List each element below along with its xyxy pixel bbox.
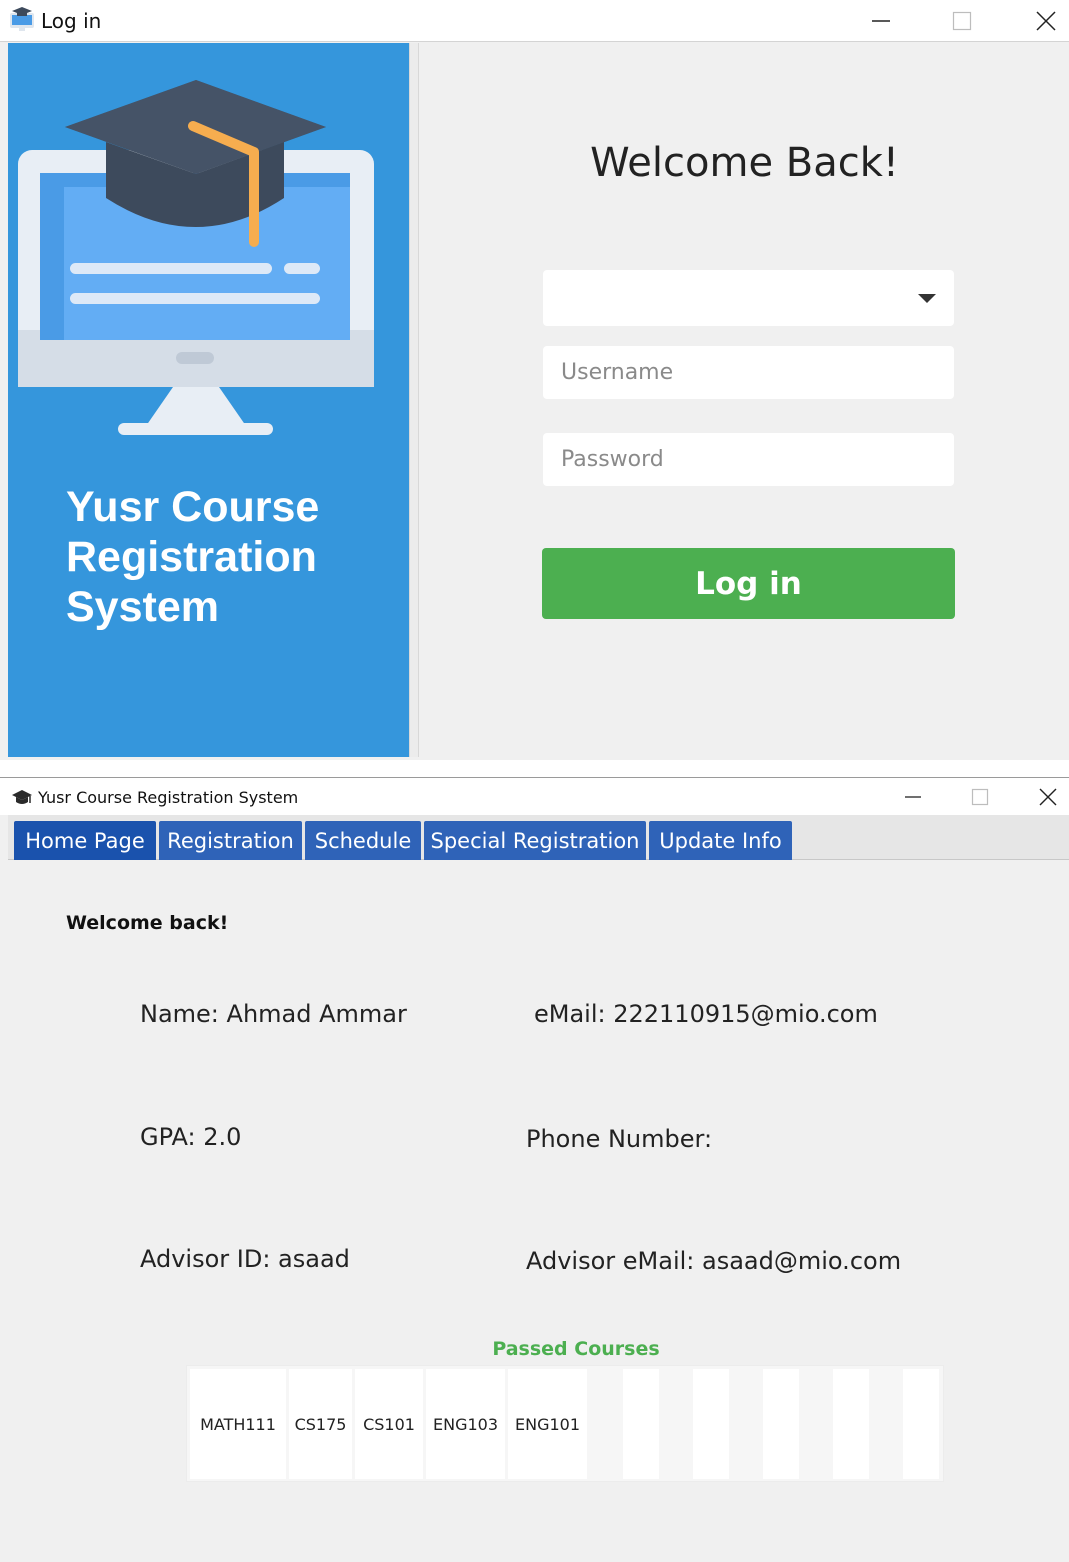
- course-cell: [763, 1369, 799, 1479]
- role-select[interactable]: [543, 270, 954, 326]
- greeting-text: Welcome back!: [66, 912, 229, 934]
- course-cell: [833, 1369, 869, 1479]
- maximize-icon: [952, 11, 972, 31]
- passed-courses-list: MATH111 CS175 CS101 ENG103 ENG101: [186, 1365, 944, 1482]
- login-window-title: Log in: [41, 9, 102, 33]
- student-gpa: GPA: 2.0: [140, 1123, 242, 1151]
- graduation-cap-icon: [12, 790, 32, 804]
- course-cell: CS175: [289, 1369, 352, 1479]
- close-icon: [1039, 788, 1057, 806]
- course-cell: ENG103: [426, 1369, 505, 1479]
- advisor-email: Advisor eMail: asaad@mio.com: [526, 1247, 902, 1275]
- tab-update-info[interactable]: Update Info: [649, 821, 792, 860]
- passed-courses-title: Passed Courses: [492, 1338, 660, 1360]
- tab-home-page[interactable]: Home Page: [14, 821, 156, 860]
- username-input[interactable]: [543, 346, 954, 399]
- course-cell: ENG101: [508, 1369, 587, 1479]
- panel-divider: [409, 43, 419, 757]
- monitor-graduation-cap-icon: [18, 80, 374, 435]
- close-button[interactable]: [1018, 779, 1069, 815]
- minimize-button[interactable]: [851, 0, 911, 42]
- main-window-title: Yusr Course Registration System: [38, 788, 299, 807]
- password-input[interactable]: [543, 433, 954, 486]
- minimize-icon: [905, 796, 921, 798]
- caret-down-icon: [918, 294, 936, 303]
- monitor-graduation-cap-icon: [10, 7, 34, 31]
- tab-schedule[interactable]: Schedule: [305, 821, 421, 860]
- student-phone: Phone Number:: [526, 1125, 713, 1153]
- close-button[interactable]: [1016, 0, 1069, 42]
- welcome-heading: Welcome Back!: [590, 140, 899, 186]
- minimize-button[interactable]: [883, 779, 943, 815]
- login-window: Log in Yusr Course Registration System W…: [0, 0, 1069, 760]
- course-cell: [903, 1369, 939, 1479]
- course-cell: [623, 1369, 659, 1479]
- tab-bar: Home Page Registration Schedule Special …: [8, 815, 1069, 860]
- tab-special-registration[interactable]: Special Registration: [424, 821, 646, 860]
- login-button[interactable]: Log in: [542, 548, 955, 619]
- main-window: Yusr Course Registration System Home Pag…: [0, 779, 1069, 1562]
- maximize-button[interactable]: [950, 779, 1010, 815]
- maximize-button[interactable]: [932, 0, 992, 42]
- maximize-icon: [971, 788, 989, 806]
- minimize-icon: [872, 20, 890, 22]
- tab-registration[interactable]: Registration: [159, 821, 302, 860]
- close-icon: [1036, 11, 1056, 31]
- desktop-gap: [0, 760, 1069, 778]
- student-email: eMail: 222110915@mio.com: [534, 1000, 878, 1028]
- login-title-bar[interactable]: Log in: [0, 0, 1069, 42]
- brand-title: Yusr Course Registration System: [66, 483, 320, 631]
- student-name: Name: Ahmad Ammar: [140, 1000, 407, 1028]
- course-cell: CS101: [355, 1369, 423, 1479]
- main-title-bar[interactable]: Yusr Course Registration System: [0, 779, 1069, 815]
- advisor-id: Advisor ID: asaad: [140, 1245, 350, 1273]
- course-cell: MATH111: [190, 1369, 286, 1479]
- course-cell: [693, 1369, 729, 1479]
